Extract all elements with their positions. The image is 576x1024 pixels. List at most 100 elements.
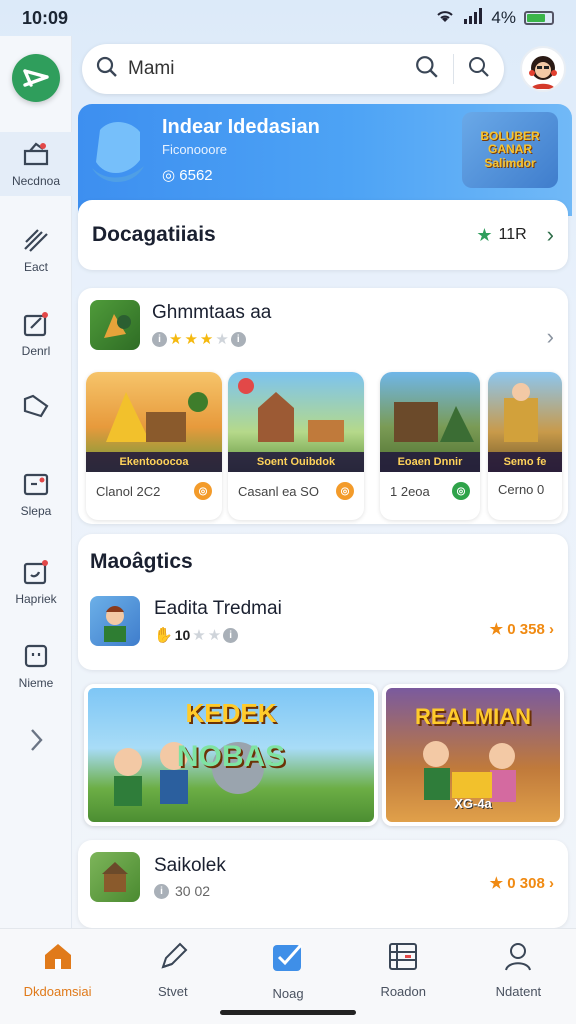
star-icon: ★ — [184, 331, 198, 348]
rail-item-label: Denrl — [21, 344, 51, 358]
banner-game-art[interactable]: BOLUBER GANAR Salimdor — [462, 112, 558, 188]
chevron-right-icon[interactable]: › — [547, 324, 554, 350]
rail-item-eact[interactable]: Eact — [0, 226, 72, 274]
chat-icon — [21, 642, 51, 670]
banner-subtitle: Ficonooore — [162, 142, 228, 157]
app-logo[interactable] — [12, 54, 60, 102]
promo-banner[interactable]: REALMIAN XG-4a — [382, 684, 564, 826]
battery-icon — [524, 11, 554, 25]
saikolek-item[interactable]: Saikolek i 30 02 ★ 0 308 › — [78, 840, 568, 928]
home-icon — [42, 941, 74, 974]
nav-home[interactable]: Dkdoamsiai — [0, 929, 115, 1024]
card-icon — [21, 558, 51, 586]
info-icon: i — [223, 627, 239, 643]
promo-banner[interactable]: KEDEK NOBAS — [84, 684, 378, 826]
game-card[interactable]: Ghmmtaas aa i ★ ★ ★ ★ i › Ekentooocoa Cl… — [78, 288, 568, 524]
item-thumbnail — [90, 596, 140, 646]
info-icon: i — [154, 883, 169, 899]
search-icon — [96, 56, 118, 83]
coin-icon: ◎ — [452, 482, 470, 500]
search-divider — [453, 54, 454, 84]
rail-item-nieme[interactable]: Nieme — [0, 642, 72, 690]
tile-caption: Casanl ea SO — [238, 483, 319, 499]
rail-item-label: Necdnoa — [11, 174, 61, 188]
rail-item-denrl[interactable]: Denrl — [0, 310, 72, 358]
tile-caption: Clanol 2C2 — [96, 483, 161, 499]
avatar[interactable] — [520, 46, 566, 92]
star-empty-icon: ★ — [207, 627, 222, 644]
home-indicator — [220, 1010, 356, 1015]
categories-row[interactable]: Docagatiiais ★ 11R › — [78, 200, 568, 270]
promo-subtitle: XG-4a — [454, 796, 492, 811]
tile-image: Ekentooocoa — [86, 372, 222, 472]
section-title: Maoâgtics — [90, 550, 193, 573]
user-icon — [502, 941, 534, 974]
rail-item-slepa[interactable]: Slepa — [0, 470, 72, 518]
game-rating: i ★ ★ ★ ★ i — [152, 330, 271, 348]
banner-count: ◎ 6562 — [162, 167, 213, 184]
side-rail: Necdnoa Eact Denrl Slepa Hapriek Nieme — [0, 36, 72, 928]
search-input[interactable]: Mami — [128, 58, 415, 80]
game-tile[interactable]: Eoaen Dnnir 1 2eoa ◎ — [380, 372, 480, 520]
info-icon: i — [152, 331, 167, 347]
tile-image: Soent Ouibdok — [228, 372, 364, 472]
rail-item-label: Nieme — [18, 676, 54, 690]
star-icon: ★ — [476, 224, 493, 245]
item-price[interactable]: ★ 0 358 › — [490, 620, 554, 638]
magagtics-section: Maoâgtics Eadita Tredmai ✋ 10 ★ ★ i ★ 0 … — [78, 534, 568, 670]
voice-search-icon[interactable] — [468, 56, 490, 83]
note-icon — [21, 470, 51, 498]
rail-item-inbox[interactable]: Necdnoa — [0, 132, 72, 196]
tile-image: Semo fe — [488, 372, 562, 472]
item-price[interactable]: ★ 0 308 › — [490, 874, 554, 892]
tile-caption: Cerno 0 — [498, 482, 545, 497]
avatar-icon — [529, 56, 557, 89]
logo-icon — [23, 69, 49, 87]
inbox-icon — [21, 140, 51, 168]
game-tile[interactable]: Soent Ouibdok Casanl ea SO ◎ — [228, 372, 364, 520]
status-icons: 4% — [435, 7, 554, 29]
list-item[interactable]: Saikolek i 30 02 — [90, 852, 226, 902]
nav-stvet[interactable]: Stvet — [115, 929, 230, 1024]
tile-image: Eoaen Dnnir — [380, 372, 480, 472]
categories-title: Docagatiiais — [92, 223, 216, 246]
list-item[interactable]: Eadita Tredmai ✋ 10 ★ ★ i — [90, 596, 282, 646]
tag-icon — [21, 392, 51, 420]
item-meta: i 30 02 — [154, 883, 226, 899]
item-title: Eadita Tredmai — [154, 598, 282, 619]
star-icon: ★ — [169, 331, 183, 348]
coin-icon: ◎ — [194, 482, 212, 500]
chevron-right-icon — [21, 726, 51, 754]
banner-title: Indear Idedasian — [162, 116, 320, 138]
promo-title: REALMIAN — [414, 704, 532, 729]
pen-icon — [21, 226, 51, 254]
rail-item-label: Slepa — [20, 504, 52, 518]
rail-item-label: Eact — [23, 260, 48, 274]
status-time: 10:09 — [22, 7, 69, 28]
game-thumbnail — [90, 300, 140, 350]
nav-ndatent[interactable]: Ndatent — [461, 929, 576, 1024]
tile-caption: 1 2eoa — [390, 483, 430, 499]
star-empty-icon: ★ — [192, 627, 206, 644]
search-bar[interactable]: Mami — [82, 44, 504, 94]
wifi-icon — [435, 8, 455, 29]
star-empty-icon: ★ — [215, 331, 229, 348]
rail-item-tag[interactable] — [0, 392, 72, 420]
signal-icon — [463, 7, 483, 29]
search-submit-icon[interactable] — [415, 55, 439, 84]
game-tile[interactable]: Semo fe Cerno 0 — [488, 372, 562, 520]
item-title: Saikolek — [154, 855, 226, 876]
game-title: Ghmmtaas aa — [152, 302, 272, 323]
chevron-right-icon[interactable]: › — [547, 222, 554, 248]
status-bar: 10:09 4% — [0, 0, 576, 36]
battery-percent: 4% — [491, 8, 516, 27]
rail-item-hapriek[interactable]: Hapriek — [0, 558, 72, 606]
item-rating: ✋ 10 ★ ★ i — [154, 626, 282, 644]
coin-icon: ◎ — [336, 482, 354, 500]
categories-count: ★ 11R › — [476, 222, 554, 248]
rail-expand-button[interactable] — [0, 726, 72, 754]
game-tile[interactable]: Ekentooocoa Clanol 2C2 ◎ — [86, 372, 222, 520]
thumbs-icon: ✋ — [154, 627, 173, 644]
info-icon: i — [230, 331, 246, 347]
nav-roadon[interactable]: Roadon — [346, 929, 461, 1024]
